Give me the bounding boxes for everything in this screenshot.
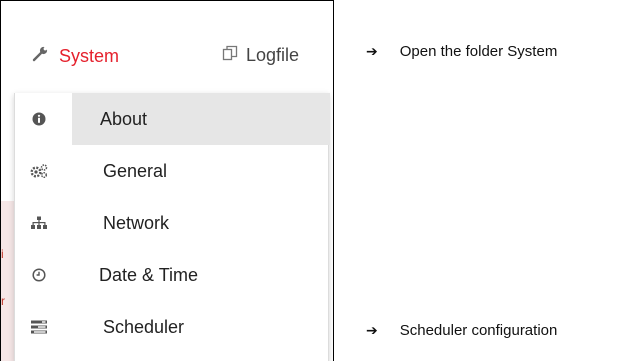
menu-item-scheduler[interactable]: Scheduler (15, 301, 330, 353)
annotation-text: Scheduler configuration (399, 322, 558, 339)
menu-item-label: About (100, 108, 148, 129)
tasks-list-icon (30, 318, 48, 336)
menu-item-label: Network (103, 212, 170, 233)
annotation-scheduler: ➔ Scheduler configuration (366, 322, 557, 339)
clock-icon (30, 266, 48, 284)
top-navigation-bar: System Logfile (1, 1, 333, 93)
menu-item-about[interactable]: About (15, 93, 330, 145)
sitemap-icon (30, 214, 48, 232)
nav-logfile-label: Logfile (246, 45, 300, 65)
annotation-text: Open the folder System (399, 43, 558, 60)
gears-icon (30, 162, 48, 180)
annotation-open-folder: ➔ Open the folder System (366, 43, 557, 60)
screenshot-frame: System Logfile i r About General Network… (0, 0, 334, 361)
documents-icon (222, 45, 238, 66)
nav-system-button[interactable]: System (31, 45, 119, 68)
menu-item-general[interactable]: General (15, 145, 330, 197)
menu-item-date-time[interactable]: Date & Time (15, 249, 330, 301)
info-circle-icon (30, 110, 48, 128)
menu-item-network[interactable]: Network (15, 197, 330, 249)
arrow-right-icon: ➔ (366, 322, 378, 339)
menu-item-label: General (103, 160, 168, 181)
system-dropdown-menu: About General Network Date & Time Schedu… (14, 93, 330, 361)
background-page-panel (1, 201, 15, 361)
menu-item-label: Scheduler (103, 316, 185, 337)
nav-logfile-button[interactable]: Logfile (222, 45, 299, 66)
background-text-fragment: i (1, 247, 4, 261)
background-text-fragment: r (1, 294, 5, 308)
wrench-icon (31, 45, 49, 68)
arrow-right-icon: ➔ (366, 43, 378, 60)
nav-system-label: System (59, 46, 120, 66)
menu-item-label: Date & Time (99, 264, 199, 285)
